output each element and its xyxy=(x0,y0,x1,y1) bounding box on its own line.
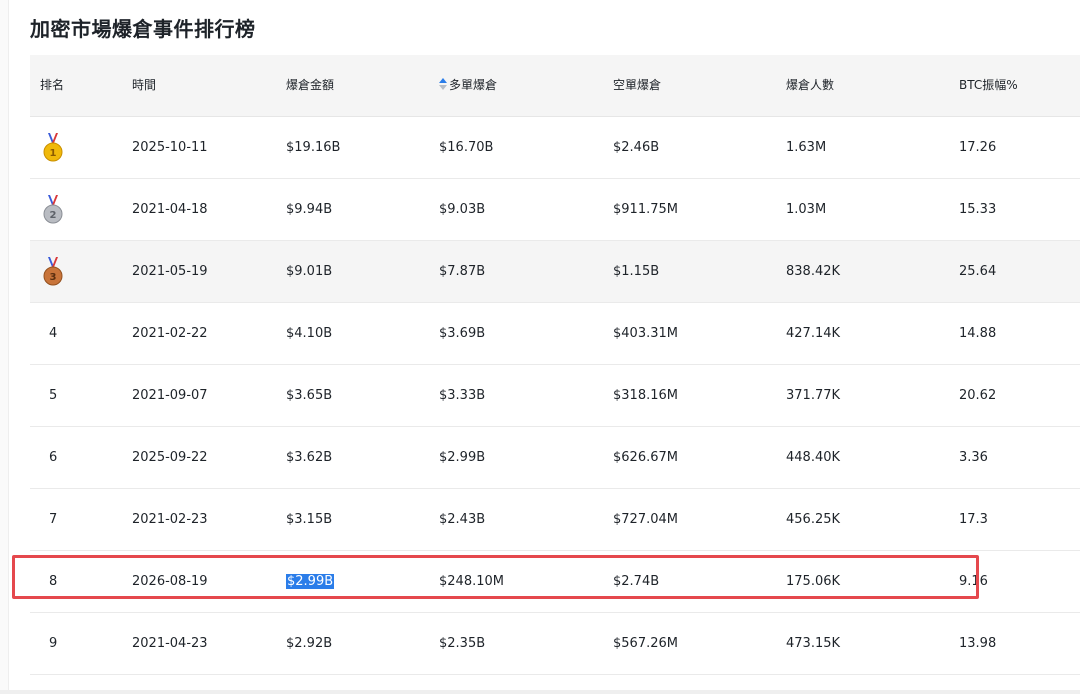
table-row[interactable]: 5 2021-09-07 $3.65B $3.33B $318.16M 371.… xyxy=(30,365,1080,427)
table-row[interactable]: 1 2025-10-11 $19.16B $16.70B $2.46B 1.63… xyxy=(30,117,1080,179)
row-count: 456.25K xyxy=(786,512,841,527)
row-long: $248.10M xyxy=(439,574,504,589)
left-panel-edge xyxy=(0,0,9,694)
svg-text:1: 1 xyxy=(50,148,57,159)
row-date: 2021-04-18 xyxy=(132,202,208,217)
row-long: $9.03B xyxy=(439,202,486,217)
gold-medal-icon: 1 xyxy=(43,133,63,162)
header-long-liquidation-label: 多單爆倉 xyxy=(449,78,498,92)
svg-text:2: 2 xyxy=(50,210,57,221)
row-short: $567.26M xyxy=(613,636,678,651)
row-total: $3.62B xyxy=(286,450,333,465)
row-short: $403.31M xyxy=(613,326,678,341)
table-row[interactable]: 9 2021-04-23 $2.92B $2.35B $567.26M 473.… xyxy=(30,613,1080,675)
row-btc: 25.64 xyxy=(959,264,997,279)
row-btc: 14.88 xyxy=(959,326,997,341)
header-liquidation-count[interactable]: 爆倉人數 xyxy=(786,55,834,116)
row-total: $9.94B xyxy=(286,202,333,217)
row-btc: 15.33 xyxy=(959,202,997,217)
table-row[interactable]: 6 2025-09-22 $3.62B $2.99B $626.67M 448.… xyxy=(30,427,1080,489)
table-row[interactable]: 4 2021-02-22 $4.10B $3.69B $403.31M 427.… xyxy=(30,303,1080,365)
table-row[interactable]: 2 2021-04-18 $9.94B $9.03B $911.75M 1.03… xyxy=(30,179,1080,241)
row-long: $2.35B xyxy=(439,636,486,651)
row-date: 2021-02-22 xyxy=(132,326,208,341)
header-btc-amplitude[interactable]: BTC振幅% xyxy=(959,55,1018,116)
row-rank: 6 xyxy=(49,450,58,465)
row-date: 2026-08-19 xyxy=(132,574,208,589)
row-date: 2021-05-19 xyxy=(132,264,208,279)
row-total: $2.92B xyxy=(286,636,333,651)
bottom-divider xyxy=(0,690,1080,694)
row-short: $1.15B xyxy=(613,264,660,279)
row-btc: 3.36 xyxy=(959,450,988,465)
row-total-selected[interactable]: $2.99B xyxy=(286,551,335,612)
row-rank: 5 xyxy=(49,388,58,403)
row-long: $3.33B xyxy=(439,388,486,403)
silver-medal-icon: 2 xyxy=(43,195,63,224)
row-rank: 4 xyxy=(49,326,58,341)
row-date: 2021-09-07 xyxy=(132,388,208,403)
row-long: $3.69B xyxy=(439,326,486,341)
row-count: 1.63M xyxy=(786,140,827,155)
table-header: 排名 時間 爆倉金額 多單爆倉 空單爆倉 爆倉人數 BTC振幅% xyxy=(30,55,1080,117)
header-long-liquidation[interactable]: 多單爆倉 xyxy=(439,55,497,116)
row-total: $3.15B xyxy=(286,512,333,527)
table-row[interactable]: 3 2021-05-19 $9.01B $7.87B $1.15B 838.42… xyxy=(30,241,1080,303)
row-short: $911.75M xyxy=(613,202,678,217)
row-count: 175.06K xyxy=(786,574,841,589)
header-liquidation-amount[interactable]: 爆倉金額 xyxy=(286,55,334,116)
row-rank: 9 xyxy=(49,636,58,651)
row-total: $19.16B xyxy=(286,140,341,155)
row-btc: 17.3 xyxy=(959,512,988,527)
row-short: $2.46B xyxy=(613,140,660,155)
row-date: 2021-04-23 xyxy=(132,636,208,651)
row-count: 1.03M xyxy=(786,202,827,217)
table-row-highlighted[interactable]: 8 2026-08-19 $2.99B $248.10M $2.74B 175.… xyxy=(30,551,1080,613)
row-count: 838.42K xyxy=(786,264,841,279)
row-date: 2025-09-22 xyxy=(132,450,208,465)
row-btc: 17.26 xyxy=(959,140,997,155)
row-short: $626.67M xyxy=(613,450,678,465)
row-btc: 20.62 xyxy=(959,388,997,403)
row-count: 427.14K xyxy=(786,326,841,341)
page-title: 加密市場爆倉事件排行榜 xyxy=(30,17,256,41)
row-date: 2025-10-11 xyxy=(132,140,208,155)
row-short: $318.16M xyxy=(613,388,678,403)
header-rank[interactable]: 排名 xyxy=(40,55,64,116)
row-long: $7.87B xyxy=(439,264,486,279)
row-total: $4.10B xyxy=(286,326,333,341)
row-short: $2.74B xyxy=(613,574,660,589)
row-total: $3.65B xyxy=(286,388,333,403)
sort-updown-icon[interactable] xyxy=(439,78,447,90)
row-long: $2.43B xyxy=(439,512,486,527)
svg-text:3: 3 xyxy=(50,272,57,283)
table-row[interactable]: 7 2021-02-23 $3.15B $2.43B $727.04M 456.… xyxy=(30,489,1080,551)
bronze-medal-icon: 3 xyxy=(43,257,63,286)
row-long: $16.70B xyxy=(439,140,494,155)
liquidation-ranking-table: 排名 時間 爆倉金額 多單爆倉 空單爆倉 爆倉人數 BTC振幅% 1 2025-… xyxy=(30,55,1080,675)
header-short-liquidation[interactable]: 空單爆倉 xyxy=(613,55,661,116)
row-date: 2021-02-23 xyxy=(132,512,208,527)
row-long: $2.99B xyxy=(439,450,486,465)
row-count: 371.77K xyxy=(786,388,841,403)
selected-text[interactable]: $2.99B xyxy=(286,574,335,589)
row-rank: 7 xyxy=(49,512,58,527)
row-btc: 13.98 xyxy=(959,636,997,651)
row-count: 473.15K xyxy=(786,636,841,651)
header-time[interactable]: 時間 xyxy=(132,55,156,116)
row-btc: 9.16 xyxy=(959,574,988,589)
row-short: $727.04M xyxy=(613,512,678,527)
row-rank: 8 xyxy=(49,574,58,589)
row-count: 448.40K xyxy=(786,450,841,465)
row-total: $9.01B xyxy=(286,264,333,279)
